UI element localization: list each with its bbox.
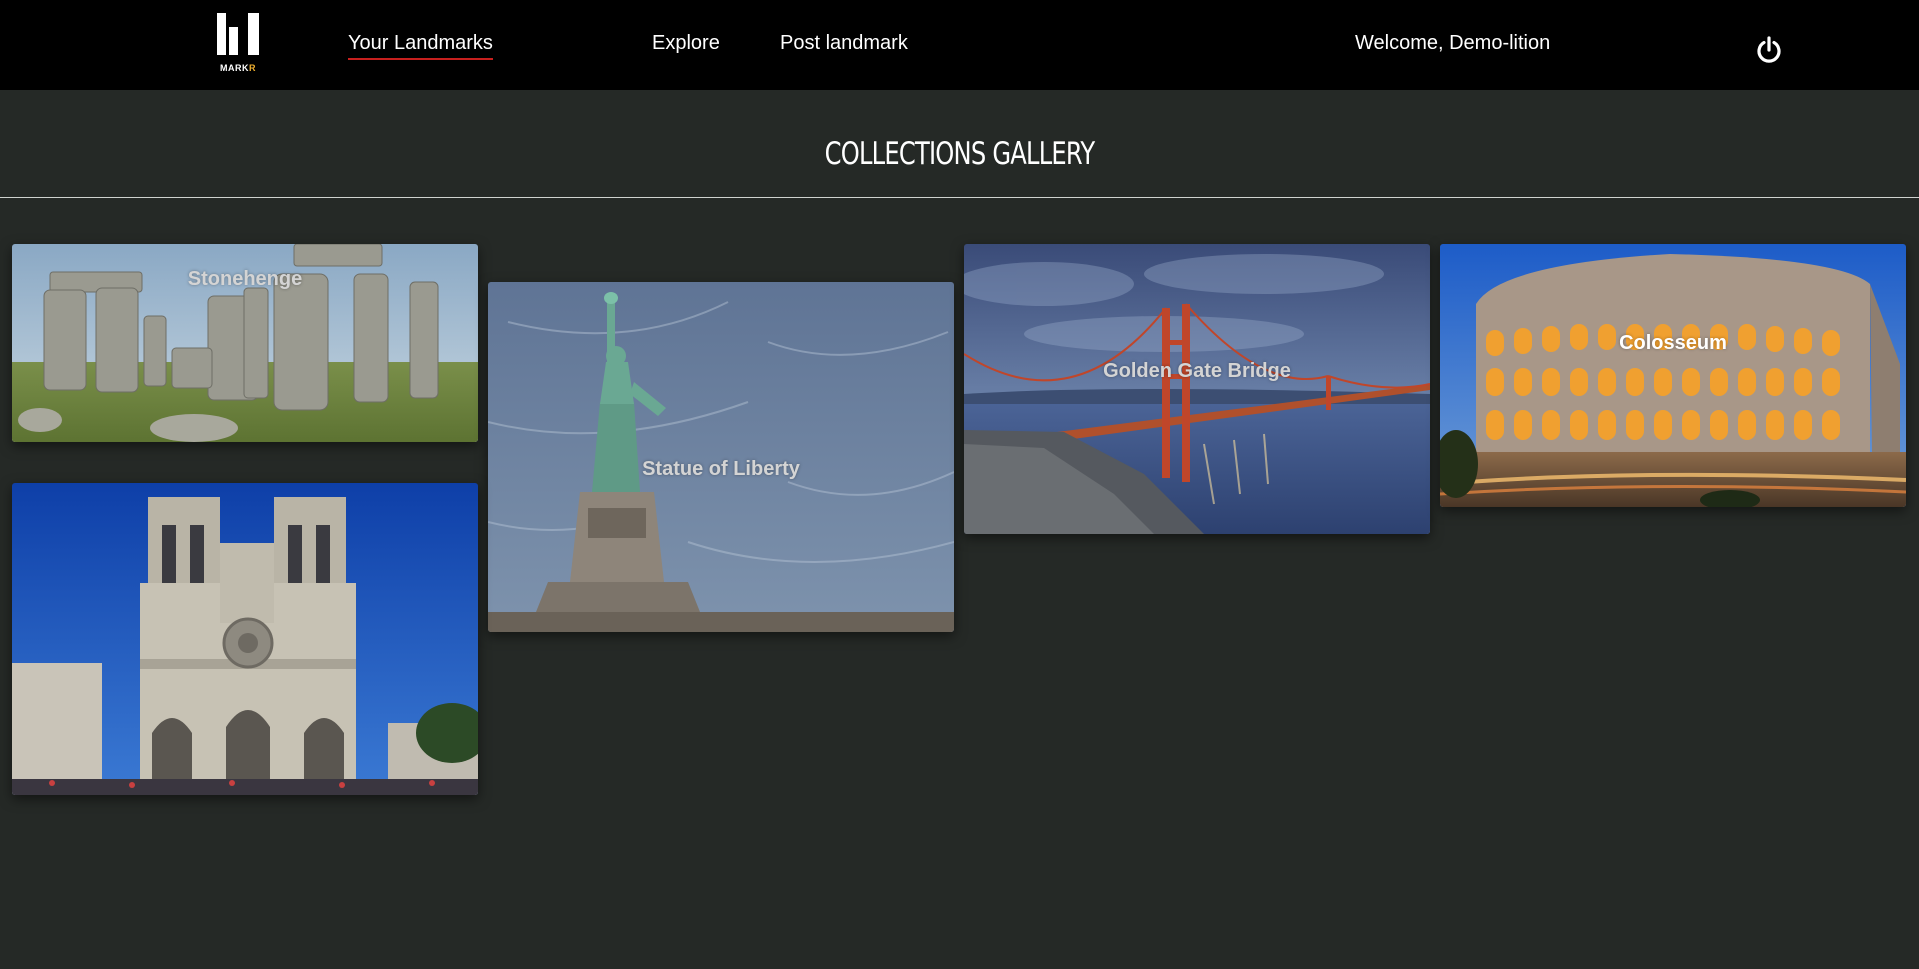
- nav-post-landmark[interactable]: Post landmark: [780, 32, 908, 55]
- nav-explore[interactable]: Explore: [652, 32, 720, 55]
- landmark-card-stonehenge[interactable]: Stonehenge: [12, 244, 478, 442]
- golden-gate-bridge-image: [964, 244, 1430, 534]
- power-icon[interactable]: [1754, 35, 1784, 65]
- page-title: COLLECTIONS GALLERY: [824, 136, 1096, 172]
- landmark-title: Colosseum: [1619, 332, 1727, 354]
- logo-bars-icon: [217, 13, 259, 55]
- landmark-card-colosseum[interactable]: Colosseum: [1440, 244, 1906, 507]
- landmark-card-notre-dame[interactable]: [12, 483, 478, 795]
- markr-logo[interactable]: MARKR: [216, 13, 260, 77]
- welcome-message: Welcome, Demo-lition: [1355, 32, 1551, 54]
- landmark-title: Golden Gate Bridge: [1103, 360, 1291, 382]
- colosseum-image: [1440, 244, 1906, 507]
- landmark-title: Stonehenge: [187, 268, 303, 290]
- header-divider: [0, 197, 1919, 198]
- top-navbar: MARKR Your Landmarks Explore Post landma…: [0, 0, 1919, 90]
- notre-dame-image: [12, 483, 478, 795]
- statue-of-liberty-image: [488, 282, 954, 632]
- logo-wordmark: MARKR: [220, 63, 256, 73]
- landmark-card-golden-gate-bridge[interactable]: Golden Gate Bridge: [964, 244, 1430, 534]
- landmark-title: Statue of Liberty: [642, 458, 800, 480]
- nav-your-landmarks[interactable]: Your Landmarks: [348, 32, 493, 60]
- landmark-card-statue-of-liberty[interactable]: Statue of Liberty: [488, 282, 954, 632]
